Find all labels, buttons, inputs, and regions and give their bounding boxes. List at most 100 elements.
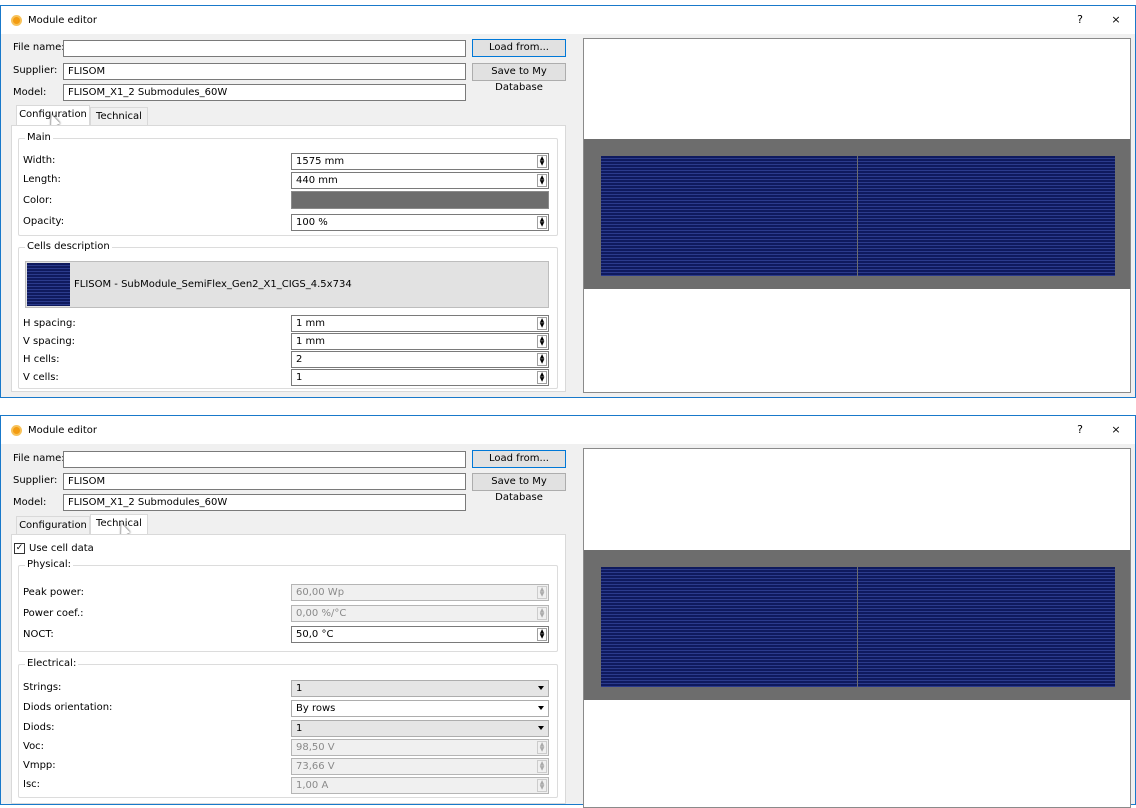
- color-picker[interactable]: [291, 191, 549, 209]
- cell-block-2: [858, 156, 1115, 276]
- spin-arrows-icon: ▲ ▼: [537, 586, 547, 599]
- save-to-database-button[interactable]: Save to My Database: [472, 63, 566, 93]
- isc-label: Isc:: [23, 779, 41, 790]
- tab-configuration[interactable]: Configuration: [16, 516, 90, 534]
- title-bar: Module editor ? ×: [1, 6, 1135, 34]
- v-cells-label: V cells:: [23, 372, 59, 383]
- help-button[interactable]: ?: [1065, 416, 1095, 444]
- noct-label: NOCT:: [23, 629, 54, 640]
- cell-selector[interactable]: FLISOM - SubModule_SemiFlex_Gen2_X1_CIGS…: [25, 261, 549, 308]
- peak-power-label: Peak power:: [23, 587, 85, 598]
- cell-block-1: [601, 156, 857, 276]
- module-preview: [583, 448, 1131, 808]
- width-label: Width:: [23, 155, 56, 166]
- h-cells-spinbox[interactable]: 2 ▲ ▼: [291, 351, 549, 368]
- close-button[interactable]: ×: [1101, 416, 1131, 444]
- cell-block-1: [601, 567, 857, 687]
- width-spinbox[interactable]: 1575 mm ▲ ▼: [291, 153, 549, 170]
- strings-combobox[interactable]: 1: [291, 680, 549, 697]
- spin-arrows-icon[interactable]: ▲ ▼: [537, 335, 547, 348]
- file-name-input[interactable]: [63, 40, 466, 57]
- length-label: Length:: [23, 174, 61, 185]
- spin-arrows-icon: ▲ ▼: [537, 607, 547, 620]
- module-frame: [584, 139, 1130, 289]
- spin-arrows-icon[interactable]: ▲ ▼: [537, 155, 547, 168]
- physical-group: Physical: Peak power: 60,00 Wp ▲ ▼ Power …: [18, 559, 558, 652]
- chevron-down-icon: [538, 686, 544, 690]
- cell-thumbnail-image: [27, 263, 70, 306]
- window-title: Module editor: [28, 14, 97, 26]
- file-name-input[interactable]: [63, 451, 466, 468]
- spin-arrows-icon[interactable]: ▲ ▼: [537, 216, 547, 229]
- use-cell-data-checkbox[interactable]: ✓: [14, 543, 25, 554]
- h-spacing-spinbox[interactable]: 1 mm ▲ ▼: [291, 315, 549, 332]
- cells-group-title: Cells description: [25, 241, 112, 252]
- v-spacing-label: V spacing:: [23, 336, 76, 347]
- strings-label: Strings:: [23, 682, 62, 693]
- model-input[interactable]: FLISOM_X1_2 Submodules_60W: [63, 494, 466, 511]
- spin-arrows-icon: ▲ ▼: [537, 779, 547, 792]
- vmpp-label: Vmpp:: [23, 760, 56, 771]
- help-button[interactable]: ?: [1065, 6, 1095, 34]
- v-cells-spinbox[interactable]: 1 ▲ ▼: [291, 369, 549, 386]
- h-cells-label: H cells:: [23, 354, 60, 365]
- diods-combobox[interactable]: 1: [291, 720, 549, 737]
- app-icon: [11, 14, 22, 26]
- cells-description-group: Cells description FLISOM - SubModule_Sem…: [18, 241, 558, 389]
- supplier-label: Supplier:: [13, 65, 58, 76]
- main-group: Main Width: 1575 mm ▲ ▼ Length: 440 mm ▲ ▼…: [18, 132, 558, 236]
- window-title: Module editor: [28, 424, 97, 436]
- opacity-label: Opacity:: [23, 216, 65, 227]
- isc-spinbox[interactable]: 1,00 A ▲ ▼: [291, 777, 549, 794]
- model-label: Model:: [13, 497, 47, 508]
- chevron-down-icon: [538, 706, 544, 710]
- spin-arrows-icon[interactable]: ▲ ▼: [537, 353, 547, 366]
- power-coef-label: Power coef.:: [23, 608, 84, 619]
- model-input[interactable]: FLISOM_X1_2 Submodules_60W: [63, 84, 466, 101]
- diods-label: Diods:: [23, 722, 55, 733]
- file-name-label: File name:: [13, 453, 65, 464]
- color-label: Color:: [23, 195, 53, 206]
- module-editor-window-configuration: Module editor ? × File name: Load from..…: [0, 5, 1136, 398]
- supplier-label: Supplier:: [13, 475, 58, 486]
- spin-arrows-icon: ▲ ▼: [537, 760, 547, 773]
- cell-name: FLISOM - SubModule_SemiFlex_Gen2_X1_CIGS…: [74, 279, 352, 290]
- power-coef-spinbox[interactable]: 0,00 %/°C ▲ ▼: [291, 605, 549, 622]
- electrical-group-title: Electrical:: [25, 658, 79, 669]
- opacity-spinbox[interactable]: 100 % ▲ ▼: [291, 214, 549, 231]
- module-frame: [584, 550, 1130, 700]
- supplier-input[interactable]: FLISOM: [63, 63, 466, 80]
- module-editor-window-technical: Module editor ? × File name: Load from..…: [0, 415, 1136, 808]
- use-cell-data-label: Use cell data: [29, 543, 94, 554]
- load-from-button[interactable]: Load from...: [472, 39, 566, 57]
- spin-arrows-icon[interactable]: ▲ ▼: [537, 628, 547, 641]
- module-preview: [583, 38, 1131, 393]
- spin-arrows-icon: ▲ ▼: [537, 741, 547, 754]
- file-name-label: File name:: [13, 42, 65, 53]
- spin-arrows-icon[interactable]: ▲ ▼: [537, 317, 547, 330]
- title-bar: Module editor ? ×: [1, 416, 1135, 444]
- technical-panel: ✓ Use cell data Physical: Peak power: 60…: [11, 534, 566, 804]
- model-label: Model:: [13, 87, 47, 98]
- peak-power-spinbox[interactable]: 60,00 Wp ▲ ▼: [291, 584, 549, 601]
- length-spinbox[interactable]: 440 mm ▲ ▼: [291, 172, 549, 189]
- h-spacing-label: H spacing:: [23, 318, 76, 329]
- close-button[interactable]: ×: [1101, 6, 1131, 34]
- supplier-input[interactable]: FLISOM: [63, 473, 466, 490]
- diods-orientation-combobox[interactable]: By rows: [291, 700, 549, 717]
- spin-arrows-icon[interactable]: ▲ ▼: [537, 174, 547, 187]
- tab-technical[interactable]: Technical: [90, 107, 148, 125]
- electrical-group: Electrical: Strings: 1 Diods orientation…: [18, 658, 558, 798]
- v-spacing-spinbox[interactable]: 1 mm ▲ ▼: [291, 333, 549, 350]
- cell-block-2: [858, 567, 1115, 687]
- noct-spinbox[interactable]: 50,0 °C ▲ ▼: [291, 626, 549, 643]
- configuration-panel: Main Width: 1575 mm ▲ ▼ Length: 440 mm ▲ ▼…: [11, 125, 566, 392]
- voc-spinbox[interactable]: 98,50 V ▲ ▼: [291, 739, 549, 756]
- chevron-down-icon: [538, 726, 544, 730]
- load-from-button[interactable]: Load from...: [472, 450, 566, 468]
- main-group-title: Main: [25, 132, 53, 143]
- physical-group-title: Physical:: [25, 559, 74, 570]
- vmpp-spinbox[interactable]: 73,66 V ▲ ▼: [291, 758, 549, 775]
- save-to-database-button[interactable]: Save to My Database: [472, 473, 566, 503]
- spin-arrows-icon[interactable]: ▲ ▼: [537, 371, 547, 384]
